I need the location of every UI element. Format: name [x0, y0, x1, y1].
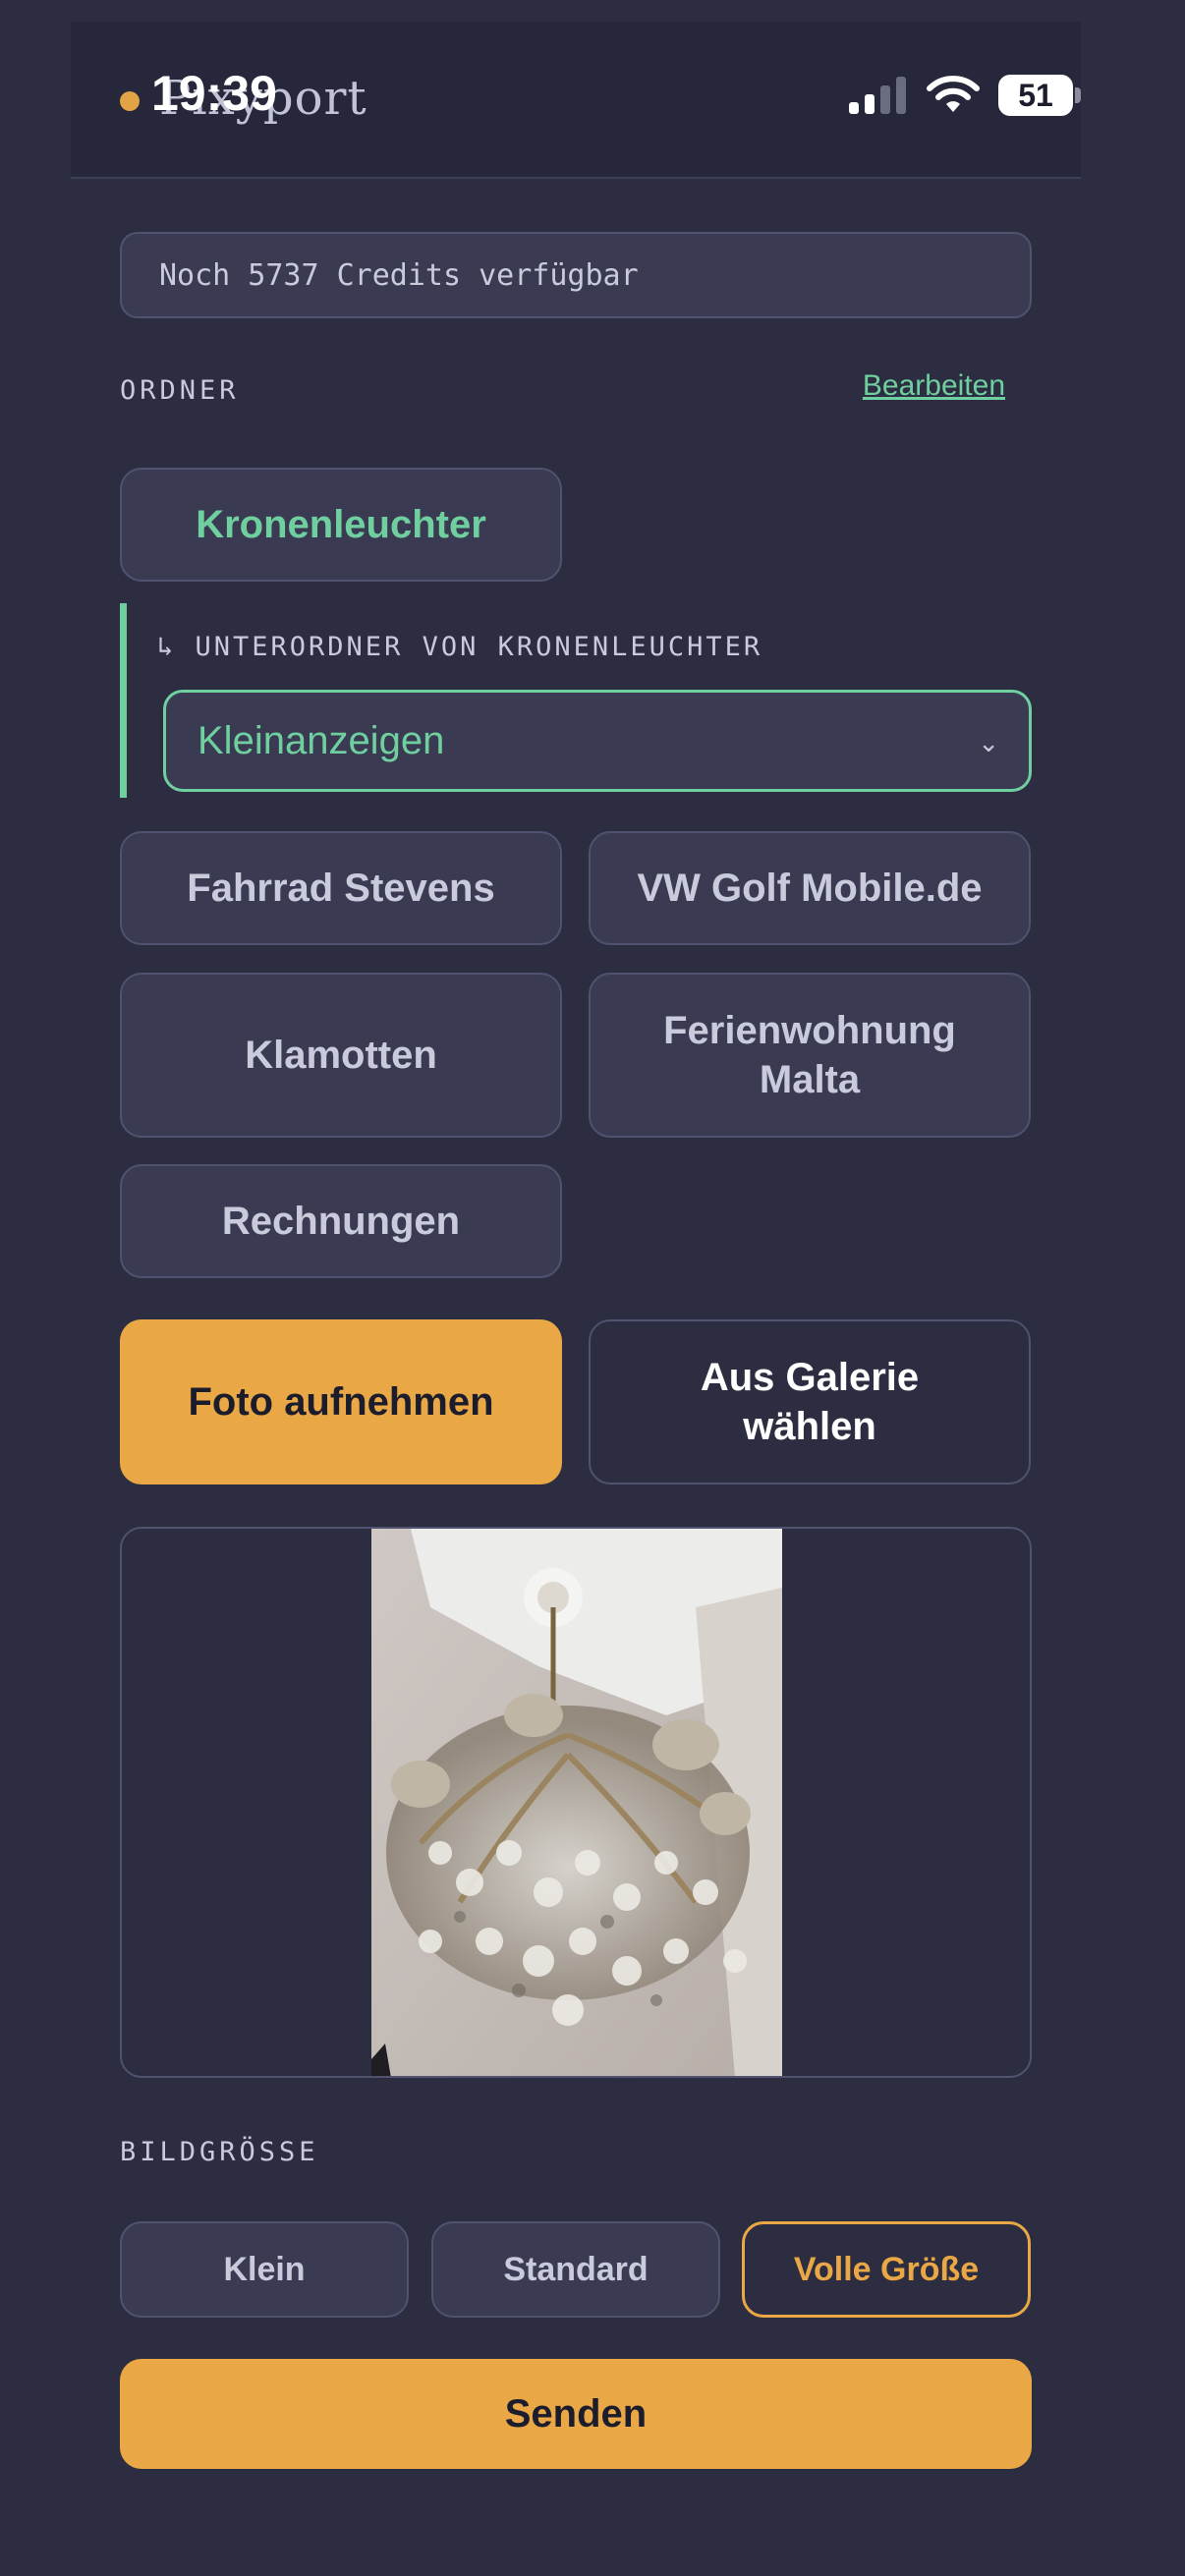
image-preview [120, 1527, 1032, 2078]
choose-from-gallery-button[interactable]: Aus Galerie wählen [589, 1319, 1031, 1484]
folder-item[interactable]: Fahrrad Stevens [120, 831, 562, 945]
folders-label: ORDNER [120, 375, 240, 406]
wifi-icon [927, 76, 980, 112]
credits-info: Noch 5737 Credits verfügbar [120, 232, 1032, 318]
image-size-label: BILDGRÖSSE [120, 2137, 319, 2167]
subfolder-select[interactable]: Kleinanzeigen ⌄ [163, 690, 1032, 792]
folder-item[interactable]: Ferienwohnung Malta [589, 973, 1031, 1138]
folder-item[interactable]: VW Golf Mobile.de [589, 831, 1031, 945]
size-small-button[interactable]: Klein [120, 2221, 409, 2318]
battery-icon: 51 [998, 75, 1073, 116]
folder-item[interactable]: Rechnungen [120, 1164, 562, 1278]
chandelier-photo [371, 1529, 782, 2076]
logo-dot-icon [120, 91, 140, 111]
take-photo-button[interactable]: Foto aufnehmen [120, 1319, 562, 1484]
folder-kronenleuchter[interactable]: Kronenleuchter [120, 468, 562, 582]
choose-from-gallery-label: Aus Galerie wählen [700, 1356, 920, 1448]
size-full-button[interactable]: Volle Größe [742, 2221, 1031, 2318]
subfolder-select-value: Kleinanzeigen [198, 718, 445, 762]
status-time: 19:39 [151, 66, 277, 121]
subfolder-label: ↳ UNTERORDNER VON KRONENLEUCHTER [157, 632, 763, 662]
battery-tip [1075, 87, 1081, 103]
folder-item[interactable]: Klamotten [120, 973, 562, 1138]
send-button[interactable]: Senden [120, 2359, 1032, 2469]
edit-folders-link[interactable]: Bearbeiten [863, 369, 1005, 403]
chevron-down-icon: ⌄ [978, 728, 999, 757]
signal-icon [849, 77, 906, 114]
size-standard-button[interactable]: Standard [431, 2221, 720, 2318]
